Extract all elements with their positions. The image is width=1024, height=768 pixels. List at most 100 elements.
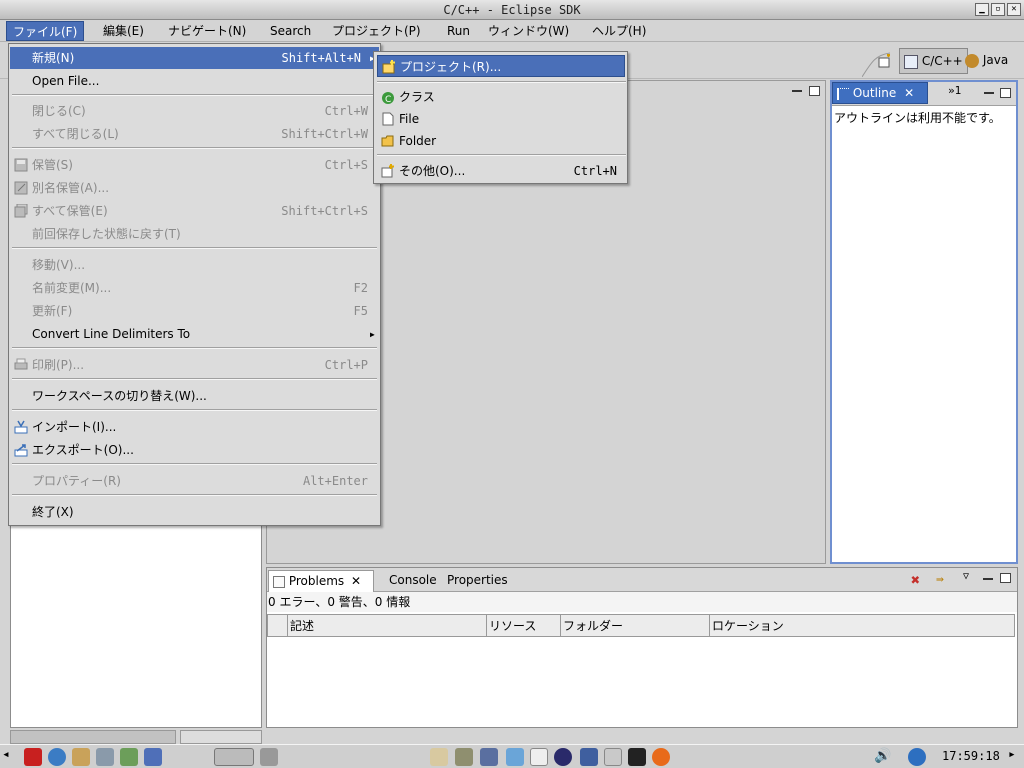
menu-navigate[interactable]: ナビゲート(N) (162, 21, 252, 41)
new-submenu-item-label: Folder (399, 134, 437, 148)
file-menu-item-print[interactable]: 印刷(P)... Ctrl+P (10, 354, 379, 376)
menu-run[interactable]: Run (441, 21, 476, 41)
file-menu-item-convert-line-delimiters[interactable]: Convert Line Delimiters To ▸ (10, 323, 379, 345)
outline-minimize-icon[interactable] (984, 92, 994, 94)
minimize-window-button[interactable]: ▁ (975, 3, 989, 16)
maximize-window-button[interactable]: ▫ (991, 3, 1005, 16)
spreadsheet-icon[interactable] (120, 748, 138, 766)
menu-file[interactable]: ファイル(F) (6, 21, 85, 41)
file-manager-icon[interactable] (430, 748, 448, 766)
tab-problems[interactable]: Problems ✕ (268, 570, 374, 592)
view-menu-chevron-down-icon[interactable]: ▽ (963, 571, 969, 582)
perspective-java[interactable]: Java (961, 48, 1012, 74)
close-icon[interactable]: ✕ (904, 86, 914, 100)
taskbar-window-button[interactable] (180, 730, 262, 744)
file-menu-item-label: エクスポート(O)... (32, 443, 134, 457)
new-file-icon (382, 112, 394, 126)
submenu-arrow-icon: ▸ (368, 327, 376, 341)
file-menu-item-label: 新規(N) (32, 51, 75, 65)
workspace-pager-icon[interactable] (214, 748, 254, 766)
new-folder-icon (381, 135, 394, 147)
new-submenu-item-other[interactable]: その他(O)... Ctrl+N (377, 160, 625, 182)
filter-icon[interactable]: ⇛ (936, 572, 944, 587)
presentation-icon[interactable] (144, 748, 162, 766)
file-menu-item-label: Convert Line Delimiters To (32, 327, 191, 341)
column-header-icon[interactable] (267, 614, 288, 637)
problems-minimize-icon[interactable] (983, 578, 993, 580)
tab-properties[interactable]: Properties (443, 570, 512, 592)
new-submenu-item-label: クラス (399, 90, 435, 104)
taskbar-scroll-left-icon[interactable]: ◂ (2, 747, 10, 762)
printer-tray-icon[interactable] (260, 748, 278, 766)
menu-help[interactable]: ヘルプ(H) (586, 21, 652, 41)
file-menu-item-switch-workspace[interactable]: ワークスペースの切り替え(W)... (10, 385, 379, 407)
file-menu-item-open-file[interactable]: Open File... (10, 70, 379, 92)
update-check-icon[interactable] (908, 748, 926, 766)
settings-icon[interactable] (628, 748, 646, 766)
open-perspective-icon[interactable] (878, 53, 892, 68)
new-submenu-item-folder[interactable]: Folder (377, 130, 625, 152)
file-menu-item-revert[interactable]: 前回保存した状態に戻す(T) (10, 223, 379, 245)
file-menu-item-close[interactable]: 閉じる(C) Ctrl+W (10, 100, 379, 122)
tab-console[interactable]: Console (385, 570, 441, 592)
volume-icon[interactable]: 🔊 (874, 748, 891, 764)
editor-maximize-icon[interactable] (809, 86, 820, 96)
eclipse-icon[interactable] (480, 748, 498, 766)
tab-outline[interactable]: Outline ✕ (832, 82, 928, 104)
firefox-icon[interactable] (652, 748, 670, 766)
problems-summary: 0 エラー、0 警告、0 情報 (267, 592, 1017, 612)
taskbar-window-list[interactable] (10, 730, 176, 744)
column-header-description[interactable]: 記述 (287, 614, 487, 637)
network-icon[interactable] (506, 748, 524, 766)
moon-icon[interactable] (554, 748, 572, 766)
perspective-cpp[interactable]: C/C++ (899, 48, 968, 74)
file-menu-item-properties[interactable]: プロパティー(R) Alt+Enter (10, 470, 379, 492)
writer-icon[interactable] (96, 748, 114, 766)
file-menu-item-export[interactable]: エクスポート(O)... (10, 439, 379, 461)
new-submenu-item-class[interactable]: C クラス (377, 86, 625, 108)
menu-project[interactable]: プロジェクト(P) (326, 21, 427, 41)
file-menu-item-new[interactable]: 新規(N) Shift+Alt+N ▸ (10, 47, 379, 69)
terminal-icon[interactable] (580, 748, 598, 766)
problems-maximize-icon[interactable] (1000, 573, 1011, 583)
window-title: C/C++ - Eclipse SDK (443, 3, 581, 17)
editor-minimize-icon[interactable] (792, 90, 802, 92)
close-window-button[interactable]: ✕ (1007, 3, 1021, 16)
menu-window[interactable]: ウィンドウ(W) (482, 21, 575, 41)
file-menu-item-save-as[interactable]: 別名保管(A)... (10, 177, 379, 199)
tools-icon[interactable] (455, 748, 473, 766)
new-submenu-item-accel: Ctrl+N (573, 164, 617, 178)
music-icon[interactable] (530, 748, 548, 766)
file-menu-item-import[interactable]: インポート(I)... (10, 416, 379, 438)
mail-icon[interactable] (72, 748, 90, 766)
editor-app-icon[interactable] (604, 748, 622, 766)
delete-icon[interactable]: ✖ (911, 571, 920, 589)
file-menu-item-save[interactable]: 保管(S) Ctrl+S (10, 154, 379, 176)
file-menu-item-close-all[interactable]: すべて閉じる(L) Shift+Ctrl+W (10, 123, 379, 145)
column-header-folder[interactable]: フォルダー (560, 614, 710, 637)
taskbar-scroll-right-icon[interactable]: ▸ (1008, 747, 1016, 762)
close-icon[interactable]: ✕ (351, 574, 361, 588)
file-menu-item-label: ワークスペースの切り替え(W)... (32, 389, 207, 403)
new-submenu-item-project[interactable]: プロジェクト(R)... (377, 55, 625, 77)
file-menu-item-label: 名前変更(M)... (32, 281, 112, 295)
file-menu-item-refresh[interactable]: 更新(F) F5 (10, 300, 379, 322)
file-menu-item-save-all[interactable]: すべて保管(E) Shift+Ctrl+S (10, 200, 379, 222)
problems-table: 記述 リソース フォルダー ロケーション (267, 614, 1015, 637)
file-menu-item-accel: Ctrl+S (324, 158, 368, 172)
column-header-resource[interactable]: リソース (486, 614, 561, 637)
outline-maximize-icon[interactable] (1000, 88, 1011, 98)
column-header-location[interactable]: ロケーション (709, 614, 1015, 637)
menu-search[interactable]: Search (264, 21, 317, 41)
redhat-menu-icon[interactable] (24, 748, 42, 766)
svg-text:C: C (385, 95, 391, 104)
file-menu-item-accel: Alt+Enter (302, 474, 368, 488)
new-submenu-item-file[interactable]: File (377, 108, 625, 130)
menu-separator (12, 494, 377, 496)
browser-globe-icon[interactable] (48, 748, 66, 766)
file-menu-item-move[interactable]: 移動(V)... (10, 254, 379, 276)
view-overflow-icon[interactable]: »1 (948, 84, 961, 97)
file-menu-item-rename[interactable]: 名前変更(M)... F2 (10, 277, 379, 299)
file-menu-item-exit[interactable]: 終了(X) (10, 501, 379, 523)
menu-edit[interactable]: 編集(E) (97, 21, 150, 41)
